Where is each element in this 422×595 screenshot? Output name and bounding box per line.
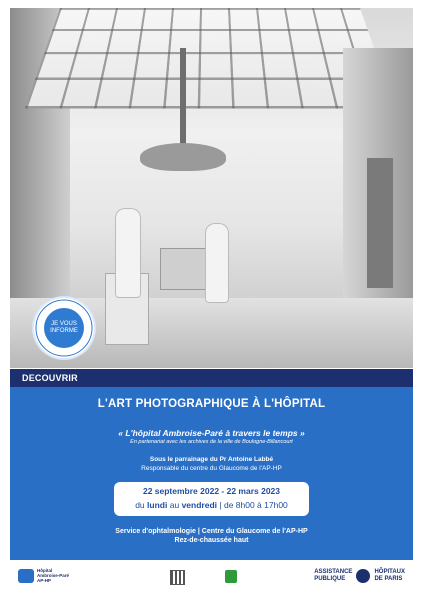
photo-skylight: [24, 8, 396, 109]
patronage-line-2: Responsable du centre du Glaucome de l'A…: [141, 465, 282, 472]
aphp-right-text: HÔPITAUX DE PARIS: [374, 569, 405, 582]
photo-surgical-lamp: [140, 143, 226, 171]
hospital-logo-text: Hôpital Ambroise-Paré AP-HP: [37, 568, 69, 584]
hours-middle: au: [169, 500, 180, 510]
location-line-1: Service d'ophtalmologie | Centre du Glau…: [115, 528, 308, 535]
aphp-left-line-1: ASSISTANCE: [314, 569, 353, 576]
hours-prefix: du: [135, 500, 145, 510]
subtitle: « L'hôpital Ambroise-Paré à travers le t…: [118, 428, 305, 438]
green-logo-icon: [225, 570, 237, 583]
patronage-line-1: Sous le parrainage du Pr Antoine Labbé: [149, 456, 274, 463]
aphp-logo: ASSISTANCE PUBLIQUE HÔPITAUX DE PARIS: [314, 569, 405, 583]
aphp-left-line-2: PUBLIQUE: [314, 576, 346, 582]
radio-badge: JE VOUS INFORME: [34, 298, 94, 358]
aphp-left-text: ASSISTANCE PUBLIQUE: [314, 569, 352, 582]
hours-day-end: vendredi: [181, 500, 218, 510]
date-range: 22 septembre 2022 - 22 mars 2023: [142, 486, 281, 496]
aphp-right-line-1: HÔPITAUX: [374, 569, 405, 576]
photo-nurse-right: [205, 223, 229, 303]
aphp-heart-icon: [356, 569, 371, 583]
hero-photo: JE VOUS INFORME: [10, 8, 413, 368]
location-line-2: Rez-de-chaussée haut: [174, 537, 249, 544]
photo-door: [367, 158, 393, 288]
badge-ring-icon: [35, 299, 93, 357]
page-title: L'ART PHOTOGRAPHIQUE À L'HÔPITAL: [97, 398, 326, 410]
hospital-mark-icon: [18, 568, 34, 583]
section-label: DECOUVRIR: [10, 369, 413, 387]
info-panel: L'ART PHOTOGRAPHIQUE À L'HÔPITAL « L'hôp…: [10, 387, 413, 560]
photo-nurse-left: [115, 208, 141, 298]
hours-suffix: | de 8h00 à 17h00: [219, 500, 288, 510]
opening-hours: du lundi au vendredi | de 8h00 à 17h00: [114, 500, 309, 510]
date-box: 22 septembre 2022 - 22 mars 2023 du lund…: [114, 482, 309, 516]
partnership-note: En partenariat avec les archives de la v…: [130, 439, 293, 445]
hospital-line-3: AP-HP: [37, 578, 52, 584]
footer: Hôpital Ambroise-Paré AP-HP ASSISTANCE P…: [10, 562, 413, 592]
qr-code-icon: [170, 570, 185, 585]
hospital-logo: Hôpital Ambroise-Paré AP-HP: [18, 568, 69, 584]
photo-lamp-stem: [180, 48, 186, 148]
aphp-right-line-2: DE PARIS: [374, 576, 403, 582]
hours-day-start: lundi: [147, 500, 168, 510]
